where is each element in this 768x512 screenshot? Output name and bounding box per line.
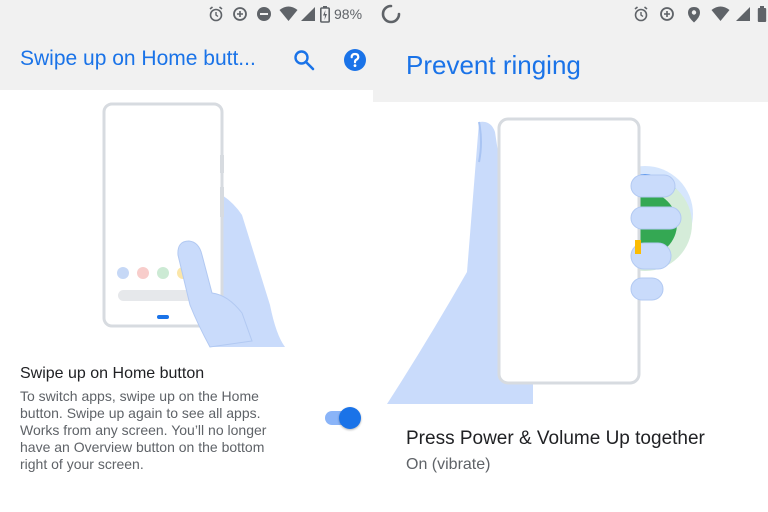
cell-signal-icon [301, 7, 315, 21]
status-bar [373, 0, 768, 30]
page-title: Prevent ringing [406, 50, 581, 80]
left-screen: 98% Swipe up on Home butt... Swipe up on… [0, 0, 373, 512]
alarm-icon [209, 6, 223, 22]
battery-icon [757, 6, 767, 22]
description-line: Works from any screen. You’ll no longer [20, 422, 267, 438]
setting-title: Press Power & Volume Up together [406, 428, 705, 449]
alarm-icon [634, 6, 648, 22]
app-bar: Prevent ringing [373, 30, 768, 102]
data-saver-icon [233, 7, 247, 21]
right-screen: Prevent ringing Press Power & Volume Up … [373, 0, 768, 512]
cell-signal-icon [736, 7, 750, 21]
setting-description: To switch apps, swipe up on the Home but… [20, 388, 320, 473]
prevent-ringing-illustration [387, 102, 768, 404]
wifi-icon [711, 6, 730, 21]
status-bar: 98% [0, 0, 373, 30]
battery-percent: 98% [334, 6, 363, 22]
battery-icon [320, 6, 330, 23]
swipe-up-toggle[interactable] [323, 405, 363, 431]
wifi-icon [279, 6, 298, 21]
location-icon [688, 7, 700, 23]
do-not-disturb-icon [257, 7, 271, 21]
app-bar: Swipe up on Home butt... [0, 30, 373, 90]
page-title: Swipe up on Home butt... [20, 47, 256, 70]
description-line: To switch apps, swipe up on the Home [20, 388, 259, 404]
swipe-up-illustration [102, 102, 285, 348]
help-icon[interactable] [343, 48, 367, 72]
data-saver-icon [660, 7, 674, 21]
description-line: button. Swipe up again to see all apps. [20, 405, 261, 421]
loading-spinner-icon [381, 4, 401, 24]
toggle-thumb [339, 407, 361, 429]
search-icon[interactable] [293, 49, 315, 71]
description-line: right of your screen. [20, 456, 144, 472]
setting-summary: On (vibrate) [406, 456, 491, 473]
setting-title: Swipe up on Home button [20, 365, 205, 382]
description-line: have an Overview button on the bottom [20, 439, 265, 455]
